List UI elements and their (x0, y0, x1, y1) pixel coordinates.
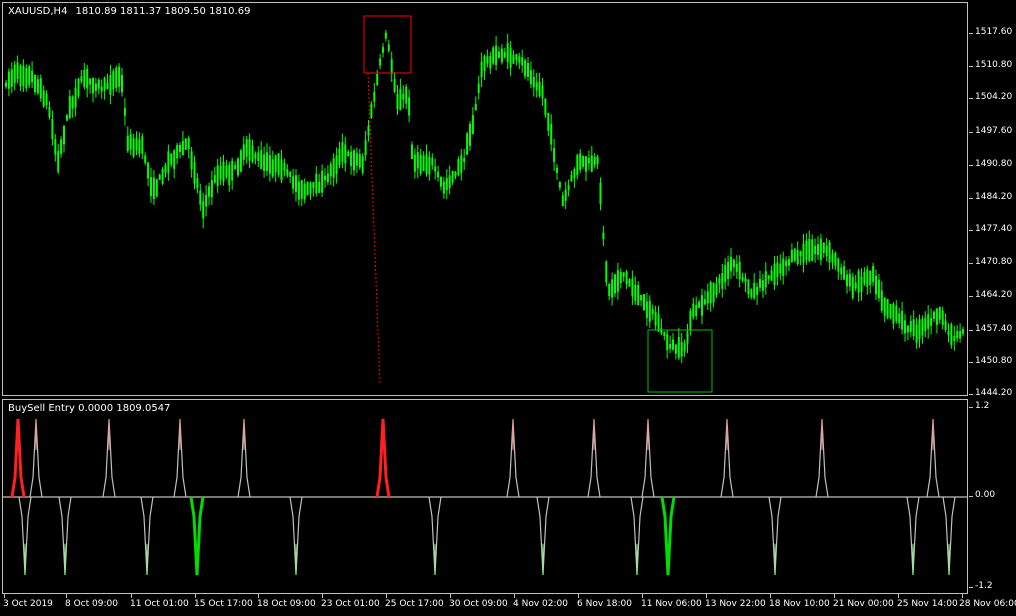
price-label: 1457.40 (975, 324, 1013, 334)
time-label: 28 Nov 06:00 (959, 599, 1016, 609)
indicator-info-bar: BuySell Entry 0.0000 1809.0547 (8, 403, 170, 414)
trend-line (367, 72, 381, 384)
price-candles (5, 29, 964, 363)
price-label: 1444.20 (975, 388, 1013, 398)
price-chart-panel[interactable]: XAUUSD,H4 1810.89 1811.37 1809.50 1810.69 (2, 2, 968, 396)
indicator-panel[interactable]: BuySell Entry 0.0000 1809.0547 (2, 399, 968, 594)
price-axis[interactable]: 1517.60 1510.80 1504.20 1497.60 1490.80 … (969, 2, 1016, 398)
price-label: 1497.60 (975, 126, 1013, 136)
time-label: 18 Oct 09:00 (257, 599, 316, 609)
indicator-axis-label: 1.2 (975, 401, 990, 411)
price-label: 1477.40 (975, 224, 1013, 234)
time-label: 11 Nov 06:00 (641, 599, 702, 609)
time-axis[interactable]: 3 Oct 2019 8 Oct 09:00 11 Oct 01:00 15 O… (2, 594, 1016, 616)
price-label: 1504.20 (975, 92, 1013, 102)
indicator-name: BuySell Entry (8, 403, 75, 414)
indicator-axis-label: 0.00 (975, 490, 996, 500)
chart-info-bar: XAUUSD,H4 1810.89 1811.37 1809.50 1810.69 (8, 6, 250, 17)
ohlc-high: 1811.37 (120, 6, 162, 17)
time-label: 4 Nov 02:00 (513, 599, 568, 609)
indicator-value-1: 0.0000 (78, 403, 114, 414)
time-label: 18 Nov 10:00 (769, 599, 830, 609)
price-label: 1484.20 (975, 192, 1013, 202)
ohlc-low: 1809.50 (164, 6, 206, 17)
time-label: 30 Oct 09:00 (449, 599, 508, 609)
price-label: 1490.80 (975, 159, 1013, 169)
symbol-timeframe-label: XAUUSD,H4 (8, 6, 68, 17)
time-label: 25 Nov 14:00 (897, 599, 958, 609)
time-label: 25 Oct 17:00 (385, 599, 444, 609)
time-label: 15 Oct 17:00 (194, 599, 253, 609)
price-label: 1450.80 (975, 356, 1013, 366)
time-label: 6 Nov 18:00 (577, 599, 632, 609)
price-label: 1517.60 (975, 27, 1013, 37)
price-chart-canvas[interactable] (3, 3, 967, 395)
time-label: 3 Oct 2019 (3, 599, 53, 609)
price-label: 1510.80 (975, 60, 1013, 70)
time-label: 8 Oct 09:00 (65, 599, 118, 609)
time-label: 11 Oct 01:00 (130, 599, 189, 609)
time-label: 23 Oct 01:00 (321, 599, 380, 609)
price-label: 1470.80 (975, 257, 1013, 267)
buy-signal-box (647, 329, 713, 393)
price-label: 1464.20 (975, 290, 1013, 300)
indicator-value-2: 1809.0547 (116, 403, 171, 414)
ohlc-close: 1810.69 (209, 6, 251, 17)
ohlc-open: 1810.89 (75, 6, 117, 17)
time-label: 21 Nov 00:00 (833, 599, 894, 609)
time-label: 13 Nov 22:00 (705, 599, 766, 609)
indicator-axis[interactable]: 1.2 0.00 -1.2 (969, 399, 1016, 594)
indicator-axis-label: -1.2 (975, 581, 993, 591)
indicator-canvas[interactable] (3, 400, 967, 593)
sell-signal-box (363, 15, 412, 74)
